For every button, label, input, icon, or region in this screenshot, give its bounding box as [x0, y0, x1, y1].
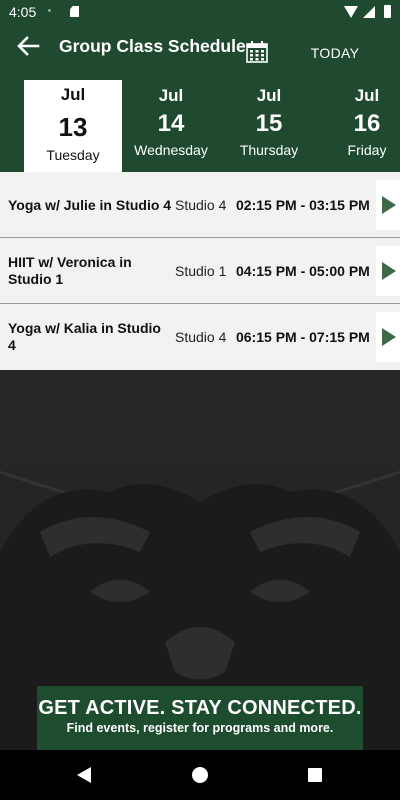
- promo-banner[interactable]: GET ACTIVE. STAY CONNECTED. Find events,…: [37, 686, 363, 750]
- class-row[interactable]: HIIT w/ Veronica in Studio 1 Studio 1 04…: [0, 238, 400, 304]
- class-studio: Studio 4: [175, 329, 227, 345]
- class-row[interactable]: Yoga w/ Kalia in Studio 4 Studio 4 06:15…: [0, 304, 400, 370]
- page-title: Group Class Schedule: [59, 36, 246, 56]
- day-number: 14: [157, 110, 185, 137]
- day-number: 13: [58, 112, 88, 142]
- class-row[interactable]: Yoga w/ Julie in Studio 4 Studio 4 02:15…: [0, 172, 400, 238]
- wifi-icon: [344, 6, 358, 18]
- day-tab[interactable]: Jul 15 Thursday: [220, 80, 318, 172]
- class-studio: Studio 1: [175, 263, 227, 279]
- day-month: Jul: [158, 86, 184, 105]
- class-details-button[interactable]: [376, 246, 400, 296]
- class-name: Yoga w/ Kalia in Studio 4: [8, 320, 161, 353]
- arrow-left-icon: [17, 36, 40, 56]
- calendar-icon: [246, 41, 268, 63]
- class-time: 06:15 PM - 07:15 PM: [236, 329, 370, 345]
- day-tab-selected[interactable]: Jul 13 Tuesday: [24, 80, 122, 172]
- class-list: Yoga w/ Julie in Studio 4 Studio 4 02:15…: [0, 172, 400, 370]
- signal-icon: [363, 6, 375, 18]
- banner-subline: Find events, register for programs and m…: [66, 721, 334, 735]
- status-bar: 4:05 ▪: [0, 0, 400, 24]
- day-month: Jul: [354, 86, 380, 105]
- class-studio: Studio 4: [175, 197, 227, 213]
- class-name: HIIT w/ Veronica in Studio 1: [8, 254, 132, 287]
- day-tab[interactable]: Jul 16 Friday: [318, 80, 400, 172]
- day-number: 15: [255, 110, 283, 137]
- day-weekday: Thursday: [239, 142, 299, 158]
- class-name: Yoga w/ Julie in Studio 4: [8, 196, 172, 213]
- nav-home-icon[interactable]: [192, 767, 208, 783]
- class-time: 02:15 PM - 03:15 PM: [236, 197, 370, 213]
- day-number: 16: [353, 110, 381, 137]
- day-weekday: Friday: [347, 142, 387, 158]
- today-button[interactable]: TODAY: [296, 38, 374, 68]
- day-selector: y Jul 13 Tuesday Jul 14 Wednesday Jul 15…: [0, 80, 400, 172]
- play-arrow-icon: [382, 262, 396, 280]
- day-month: Jul: [60, 85, 86, 104]
- app-bar: Group Class Schedule TODAY: [0, 24, 400, 80]
- system-nav-bar: [0, 750, 400, 800]
- day-month: Jul: [256, 86, 282, 105]
- play-arrow-icon: [382, 328, 396, 346]
- sd-card-icon: [70, 6, 79, 17]
- class-details-button[interactable]: [376, 180, 400, 230]
- battery-icon: [384, 5, 391, 18]
- status-time: 4:05: [9, 4, 37, 20]
- class-details-button[interactable]: [376, 312, 400, 362]
- nav-recents-icon[interactable]: [308, 768, 322, 782]
- day-tab[interactable]: Jul 14 Wednesday: [122, 80, 220, 172]
- play-arrow-icon: [382, 196, 396, 214]
- day-weekday: Wednesday: [134, 142, 208, 158]
- calendar-button[interactable]: [245, 40, 269, 64]
- banner-headline: GET ACTIVE. STAY CONNECTED.: [38, 697, 362, 719]
- back-button[interactable]: [14, 32, 50, 60]
- day-weekday: Tuesday: [46, 147, 100, 163]
- class-time: 04:15 PM - 05:00 PM: [236, 263, 370, 279]
- notification-icon: ▪: [48, 6, 51, 15]
- nav-back-icon[interactable]: [77, 767, 91, 783]
